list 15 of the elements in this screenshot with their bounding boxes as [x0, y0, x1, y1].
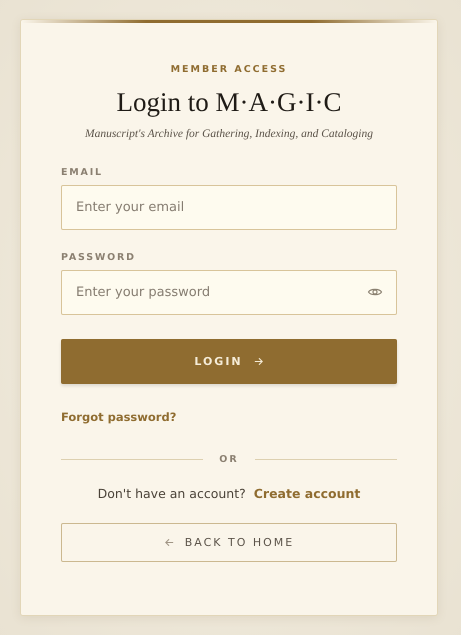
forgot-password-link[interactable]: Forgot password? [61, 410, 176, 424]
back-button[interactable]: BACK TO HOME [61, 523, 397, 562]
page-title: Login to M·A·G·I·C [116, 86, 342, 119]
field-label: PASSWORD [61, 252, 136, 263]
arrow-left-icon [164, 537, 175, 548]
divider-text: OR [219, 454, 239, 465]
arrow-right-icon [252, 356, 264, 367]
email-field[interactable]: Enter your email [61, 185, 397, 230]
field-label: EMAIL [61, 167, 103, 178]
subtitle: Manuscript's Archive for Gathering, Indexing, and Cataloging [84, 128, 374, 140]
section-label: MEMBER ACCESS [170, 64, 288, 75]
login-button[interactable]: LOGIN [61, 339, 397, 384]
create-account-link[interactable]: Create account [254, 486, 360, 501]
password-field[interactable]: Enter your password [61, 270, 397, 315]
signup-prompt: Don't have an account? [98, 486, 246, 501]
